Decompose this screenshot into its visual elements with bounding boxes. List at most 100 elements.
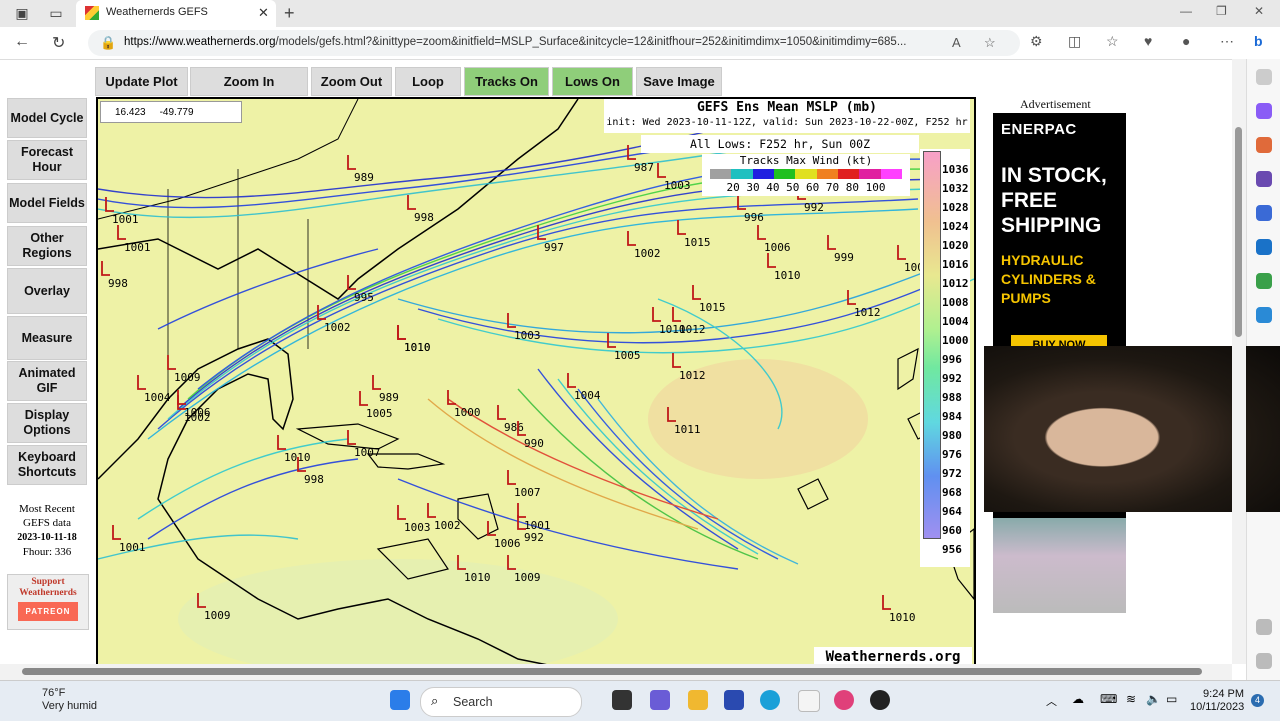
map-title-box: GEFS Ens Mean MSLP (mb) init: Wed 2023-1… bbox=[604, 99, 970, 133]
url-text[interactable]: https://www.weathernerds.org/models/gefs… bbox=[124, 36, 944, 48]
low-pressure-label: 1003 bbox=[404, 521, 431, 534]
wifi-icon[interactable]: ≋ bbox=[1126, 692, 1136, 706]
low-pressure-label: 989 bbox=[379, 391, 399, 404]
save-image-button[interactable]: Save Image bbox=[636, 67, 722, 96]
recent-fhour: Fhour: 336 bbox=[22, 546, 72, 558]
update-plot-button[interactable]: Update Plot bbox=[95, 67, 188, 96]
minimize-icon[interactable]: — bbox=[1180, 4, 1192, 18]
sidebar-layout-icon[interactable] bbox=[1256, 619, 1272, 635]
tab-actions-icon[interactable]: ▭ bbox=[48, 5, 64, 21]
display-options-button[interactable]: Display Options bbox=[7, 403, 87, 443]
sidebar-games-icon[interactable] bbox=[1256, 171, 1272, 187]
low-pressure-label: 1004 bbox=[574, 389, 601, 402]
horizontal-scrollbar[interactable] bbox=[0, 664, 1232, 680]
animated-gif-button[interactable]: Animated GIF bbox=[7, 361, 87, 401]
weather-temp: 76°F bbox=[42, 687, 66, 699]
sidebar-send-icon[interactable] bbox=[1256, 307, 1272, 323]
pressure-label: 1016 bbox=[942, 258, 969, 271]
weathernerds-credit: Weathernerds.org bbox=[814, 647, 972, 664]
file-explorer-icon[interactable] bbox=[688, 690, 708, 710]
other-regions-button[interactable]: Other Regions bbox=[7, 226, 87, 266]
start-icon[interactable] bbox=[390, 690, 410, 710]
task-view-icon[interactable] bbox=[612, 690, 632, 710]
ad-label: Advertisement bbox=[1020, 97, 1091, 111]
ad-headline: IN STOCK, FREE SHIPPING bbox=[1001, 164, 1107, 237]
browser-tab[interactable]: Weathernerds GEFS ✕ bbox=[76, 0, 276, 27]
store-icon[interactable] bbox=[724, 690, 744, 710]
restore-icon[interactable]: ❐ bbox=[1216, 4, 1227, 18]
notepad-icon[interactable] bbox=[798, 690, 820, 712]
taskbar: 76°F Very humid ⌕ Search ︿ ☁ ⌨ ≋ 🔈 ▭ 9:2… bbox=[0, 680, 1280, 721]
sidebar-office-icon[interactable] bbox=[1256, 205, 1272, 221]
pressure-label: 1000 bbox=[942, 334, 969, 347]
more-options-icon[interactable]: ⋯ bbox=[1220, 33, 1234, 50]
site-info-icon[interactable]: 🔒 bbox=[100, 35, 116, 51]
low-pressure-label: 1003 bbox=[664, 179, 691, 192]
zoom-out-button[interactable]: Zoom Out bbox=[311, 67, 392, 96]
tracks-on-button[interactable]: Tracks On bbox=[464, 67, 549, 96]
low-pressure-label: 996 bbox=[744, 211, 764, 224]
workspaces-icon[interactable]: ▣ bbox=[14, 5, 30, 21]
favorite-star-icon[interactable]: ☆ bbox=[984, 35, 996, 51]
gefs-map[interactable]: 1001 1001 998 1010 989 998 987 1003 995 1002 1010 1… bbox=[96, 97, 976, 664]
address-bar[interactable]: 🔒 https://www.weathernerds.org/models/ge… bbox=[88, 30, 1020, 56]
weather-widget[interactable]: 76°F Very humid bbox=[18, 687, 97, 713]
volume-icon[interactable]: 🔈 bbox=[1146, 692, 1161, 706]
support-patreon[interactable]: Support Weathernerds PATREON bbox=[7, 574, 89, 630]
pressure-label: 996 bbox=[942, 353, 962, 366]
new-tab-icon[interactable]: + bbox=[284, 3, 295, 24]
close-window-icon[interactable]: ✕ bbox=[1254, 4, 1264, 18]
onedrive-icon[interactable]: ☁ bbox=[1072, 692, 1084, 706]
language-icon[interactable]: ⌨ bbox=[1100, 692, 1117, 706]
sidebar-tag-icon[interactable] bbox=[1256, 103, 1272, 119]
favorites-icon[interactable]: ☆ bbox=[1106, 33, 1119, 50]
back-icon[interactable]: ← bbox=[14, 33, 30, 51]
model-cycle-button[interactable]: Model Cycle bbox=[7, 98, 87, 138]
recording-app-icon[interactable] bbox=[870, 690, 890, 710]
split-screen-icon[interactable]: ◫ bbox=[1068, 33, 1081, 50]
sidebar-settings-icon[interactable] bbox=[1256, 653, 1272, 669]
low-pressure-label: 1010 bbox=[774, 269, 801, 282]
sidebar-search-icon[interactable] bbox=[1256, 69, 1272, 85]
extensions-icon[interactable]: ⚙ bbox=[1030, 33, 1043, 50]
chat-icon[interactable] bbox=[650, 690, 670, 710]
refresh-icon[interactable]: ↻ bbox=[52, 33, 65, 53]
clock[interactable]: 9:24 PM 10/11/2023 bbox=[1190, 688, 1244, 714]
sidebar-outlook-icon[interactable] bbox=[1256, 239, 1272, 255]
low-pressure-label: 1012 bbox=[679, 369, 706, 382]
pressure-label: 956 bbox=[942, 543, 962, 556]
vertical-scrollbar[interactable] bbox=[1232, 59, 1246, 664]
battery-icon[interactable]: ▭ bbox=[1166, 692, 1177, 706]
sidebar-tools-icon[interactable] bbox=[1256, 137, 1272, 153]
horizontal-scroll-thumb[interactable] bbox=[22, 668, 1202, 675]
taskbar-search[interactable]: ⌕ Search bbox=[420, 687, 582, 717]
latitude-value: 16.423 bbox=[115, 106, 146, 118]
browser-toolbar: ← ↻ 🔒 https://www.weathernerds.org/model… bbox=[0, 27, 1280, 60]
low-pressure-label: 1002 bbox=[184, 411, 211, 424]
patreon-button[interactable]: PATREON bbox=[17, 602, 79, 621]
sidebar-designer-icon[interactable] bbox=[1256, 273, 1272, 289]
model-fields-button[interactable]: Model Fields bbox=[7, 183, 87, 223]
zoom-in-button[interactable]: Zoom In bbox=[190, 67, 308, 96]
profile-icon[interactable]: ● bbox=[1182, 33, 1190, 49]
forecast-hour-button[interactable]: Forecast Hour bbox=[7, 140, 87, 180]
measure-button[interactable]: Measure bbox=[7, 316, 87, 360]
low-pressure-label: 1006 bbox=[494, 537, 521, 550]
low-pressure-label: 1012 bbox=[854, 306, 881, 319]
keyboard-shortcuts-button[interactable]: Keyboard Shortcuts bbox=[7, 445, 87, 485]
show-hidden-icons[interactable]: ︿ bbox=[1046, 693, 1057, 709]
notification-badge[interactable]: 4 bbox=[1251, 694, 1264, 707]
lows-on-button[interactable]: Lows On bbox=[552, 67, 633, 96]
edge-icon[interactable] bbox=[760, 690, 780, 710]
low-pressure-label: 986 bbox=[504, 421, 524, 434]
loop-button[interactable]: Loop bbox=[395, 67, 461, 96]
low-pressure-label: 990 bbox=[524, 437, 544, 450]
overlay-button[interactable]: Overlay bbox=[7, 268, 87, 314]
copilot-icon[interactable]: b bbox=[1254, 33, 1263, 49]
vertical-scroll-thumb[interactable] bbox=[1235, 127, 1242, 337]
browser-essentials-icon[interactable]: ♥ bbox=[1144, 33, 1152, 49]
ad-product-image bbox=[993, 518, 1126, 613]
read-aloud-icon[interactable]: A bbox=[952, 35, 961, 50]
opera-icon[interactable] bbox=[834, 690, 854, 710]
close-tab-icon[interactable]: ✕ bbox=[258, 5, 269, 21]
